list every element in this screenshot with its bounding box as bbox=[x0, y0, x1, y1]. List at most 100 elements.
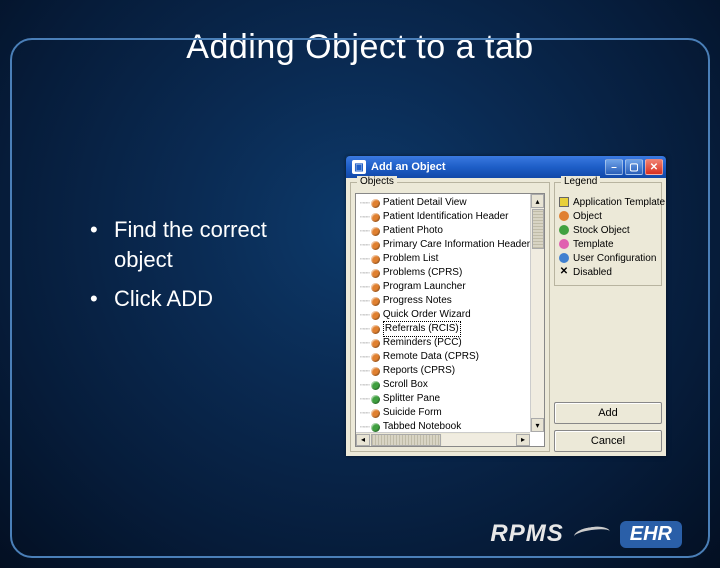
tree-connector-icon: ┈┈ bbox=[360, 392, 369, 406]
tree-item[interactable]: ┈┈ Referrals (RCIS) bbox=[360, 322, 542, 336]
footer-logo: RPMS EHR bbox=[490, 520, 682, 548]
object-icon bbox=[371, 227, 380, 236]
object-icon bbox=[371, 339, 380, 348]
vertical-scrollbar[interactable]: ▴ ▾ bbox=[530, 194, 544, 432]
object-icon bbox=[371, 269, 380, 278]
scroll-right-icon[interactable]: ▸ bbox=[516, 434, 530, 446]
swoosh-icon bbox=[573, 525, 611, 544]
object-icon bbox=[371, 297, 380, 306]
tree-item[interactable]: ┈┈ Progress Notes bbox=[360, 294, 542, 308]
object-icon bbox=[371, 213, 380, 222]
legend-icon bbox=[559, 211, 569, 221]
tree-item-label: Scroll Box bbox=[383, 378, 428, 392]
objects-label: Objects bbox=[357, 176, 397, 187]
tree-item-label: Progress Notes bbox=[383, 294, 452, 308]
titlebar[interactable]: ▣ Add an Object – ▢ ✕ bbox=[346, 156, 666, 178]
tree-connector-icon: ┈┈ bbox=[360, 224, 369, 238]
objects-tree[interactable]: ┈┈Patient Detail View┈┈Patient Identific… bbox=[355, 193, 545, 447]
scroll-thumb[interactable] bbox=[532, 209, 544, 249]
tree-connector-icon: ┈┈ bbox=[360, 238, 369, 252]
legend-icon bbox=[559, 197, 569, 207]
tree-item[interactable]: ┈┈ Problems (CPRS) bbox=[360, 266, 542, 280]
tree-connector-icon: ┈┈ bbox=[360, 336, 369, 350]
add-button[interactable]: Add bbox=[554, 402, 662, 424]
tree-item-label: Referrals (RCIS) bbox=[383, 321, 461, 337]
tree-item-label: Patient Identification Header bbox=[383, 210, 509, 224]
legend-icon bbox=[559, 239, 569, 249]
legend-item: Application Template bbox=[559, 195, 657, 209]
tree-item[interactable]: ┈┈ Reminders (PCC) bbox=[360, 336, 542, 350]
scroll-left-icon[interactable]: ◂ bbox=[356, 434, 370, 446]
bullet-item: Click ADD bbox=[90, 284, 330, 314]
legend-item-label: Application Template bbox=[573, 197, 665, 208]
hscroll-thumb[interactable] bbox=[371, 434, 441, 446]
maximize-button[interactable]: ▢ bbox=[625, 159, 643, 175]
tree-item[interactable]: ┈┈ Splitter Pane bbox=[360, 392, 542, 406]
legend-item: Template bbox=[559, 237, 657, 251]
tree-item[interactable]: ┈┈ Problem List bbox=[360, 252, 542, 266]
tree-item[interactable]: ┈┈Patient Identification Header bbox=[360, 210, 542, 224]
tree-item[interactable]: ┈┈ Primary Care Information Header bbox=[360, 238, 542, 252]
tree-item[interactable]: ┈┈Patient Detail View bbox=[360, 196, 542, 210]
object-icon bbox=[371, 353, 380, 362]
tree-item[interactable]: ┈┈ Scroll Box bbox=[360, 378, 542, 392]
tree-item-label: Reports (CPRS) bbox=[383, 364, 455, 378]
tree-connector-icon: ┈┈ bbox=[360, 266, 369, 280]
object-icon bbox=[371, 255, 380, 264]
object-icon bbox=[371, 241, 380, 250]
slide-title: Adding Object to a tab bbox=[0, 28, 720, 67]
tree-connector-icon: ┈┈ bbox=[360, 308, 369, 322]
horizontal-scrollbar[interactable]: ◂ ▸ bbox=[356, 432, 530, 446]
object-icon bbox=[371, 199, 380, 208]
tree-connector-icon: ┈┈ bbox=[360, 378, 369, 392]
rpms-logo-text: RPMS bbox=[490, 520, 563, 548]
tree-item[interactable]: ┈┈ Reports (CPRS) bbox=[360, 364, 542, 378]
tree-item[interactable]: ┈┈Remote Data (CPRS) bbox=[360, 350, 542, 364]
object-icon bbox=[371, 409, 380, 418]
tree-connector-icon: ┈┈ bbox=[360, 280, 369, 294]
legend-item-label: Object bbox=[573, 211, 602, 222]
window-title: Add an Object bbox=[371, 161, 446, 173]
tree-item-label: Patient Photo bbox=[383, 224, 443, 238]
tree-item-label: Problems (CPRS) bbox=[383, 266, 462, 280]
legend-item-label: Disabled bbox=[573, 267, 612, 278]
object-icon bbox=[371, 283, 380, 292]
scroll-down-icon[interactable]: ▾ bbox=[531, 418, 544, 432]
object-icon bbox=[371, 381, 380, 390]
legend-item-label: Stock Object bbox=[573, 225, 630, 236]
tree-item-label: Reminders (PCC) bbox=[383, 336, 462, 350]
tree-item-label: Patient Detail View bbox=[383, 196, 467, 210]
tree-connector-icon: ┈┈ bbox=[360, 406, 369, 420]
cancel-button[interactable]: Cancel bbox=[554, 430, 662, 452]
tree-item[interactable]: ┈┈ Suicide Form bbox=[360, 406, 542, 420]
bullet-item: Find the correct object bbox=[90, 215, 330, 274]
tree-item-label: Quick Order Wizard bbox=[383, 308, 471, 322]
add-object-dialog: ▣ Add an Object – ▢ ✕ Objects ┈┈Patient … bbox=[346, 156, 666, 456]
tree-item-label: Remote Data (CPRS) bbox=[383, 350, 479, 364]
legend-item: Stock Object bbox=[559, 223, 657, 237]
ehr-badge: EHR bbox=[620, 521, 682, 548]
tree-connector-icon: ┈┈ bbox=[360, 252, 369, 266]
legend-groupbox: Legend Application TemplateObjectStock O… bbox=[554, 182, 662, 286]
tree-connector-icon: ┈┈ bbox=[360, 322, 369, 336]
tree-connector-icon: ┈┈ bbox=[360, 364, 369, 378]
legend-label: Legend bbox=[561, 176, 600, 187]
tree-item-label: Suicide Form bbox=[383, 406, 442, 420]
tree-item[interactable]: ┈┈ Quick Order Wizard bbox=[360, 308, 542, 322]
minimize-button[interactable]: – bbox=[605, 159, 623, 175]
tree-connector-icon: ┈┈ bbox=[360, 294, 369, 308]
legend-item-label: Template bbox=[573, 239, 614, 250]
tree-item[interactable]: ┈┈ Program Launcher bbox=[360, 280, 542, 294]
tree-item[interactable]: ┈┈ Patient Photo bbox=[360, 224, 542, 238]
close-button[interactable]: ✕ bbox=[645, 159, 663, 175]
legend-item: User Configuration bbox=[559, 251, 657, 265]
tree-item-label: Program Launcher bbox=[383, 280, 466, 294]
disabled-icon: ✕ bbox=[559, 267, 569, 277]
tree-item-label: Problem List bbox=[383, 252, 439, 266]
object-icon bbox=[371, 395, 380, 404]
scroll-up-icon[interactable]: ▴ bbox=[531, 194, 544, 208]
tree-item-label: Splitter Pane bbox=[383, 392, 440, 406]
objects-groupbox: Objects ┈┈Patient Detail View┈┈Patient I… bbox=[350, 182, 550, 452]
tree-item-label: Primary Care Information Header bbox=[383, 238, 530, 252]
bullet-list: Find the correct object Click ADD bbox=[50, 215, 330, 324]
